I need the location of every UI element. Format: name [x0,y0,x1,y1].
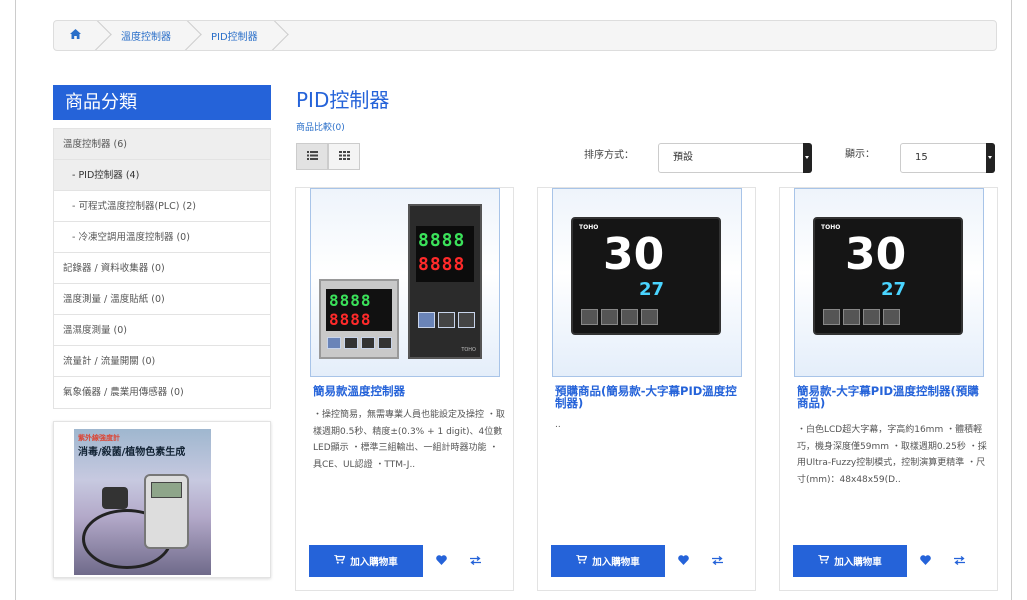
product-description: ・白色LCD超大字幕，字高約16mm ・體積輕巧，機身深度僅59mm ・取樣週期… [797,425,987,485]
banner-image: 紫外線強度計 消毒/殺菌/植物色素生成 [74,429,211,575]
grid-view-icon [338,150,350,163]
product-image[interactable]: TOHO 30 27 [552,188,742,377]
controller-lcd: TOHO 30 27 [813,217,963,335]
chevron-down-icon [803,143,812,173]
banner-device [144,474,189,549]
category-title: 商品分類 [53,85,271,120]
home-icon [70,29,81,42]
category-item[interactable]: 氣象儀器 / 農業用傳感器 (0) [54,377,270,408]
compare-icon [469,554,481,568]
cart-icon [334,554,346,567]
sort-select-value: 預設 [673,152,693,163]
category-item[interactable]: - 可程式溫度控制器(PLC) (2) [54,191,270,222]
breadcrumb-item[interactable]: PID控制器 [189,21,276,50]
show-select[interactable]: 15 [900,143,995,173]
add-to-cart-button[interactable]: 加入購物車 [793,545,907,577]
show-label: 顯示： [845,149,875,160]
product-description: ・操控簡易，無需專業人員也能設定及操控 ・取樣週期0.5秒、精度±(0.3% +… [313,410,505,470]
product-description: .. [555,420,561,430]
banner-sensor [102,487,128,509]
compare-button[interactable] [701,545,733,577]
breadcrumb: 溫度控制器 PID控制器 [53,20,997,51]
cart-icon [576,554,588,567]
product-card: TOHO 30 27 預購商品(簡易款-大字幕PID溫度控制器) .. 加入購物… [537,187,756,591]
compare-icon [711,554,723,568]
list-view-button[interactable] [296,143,328,170]
category-list: 溫度控制器 (6) - PID控制器 (4) - 可程式溫度控制器(PLC) (… [53,128,271,409]
compare-button[interactable] [943,545,975,577]
page-title: PID控制器 [296,88,390,112]
compare-link[interactable]: 商品比較(0) [296,120,345,133]
wishlist-button[interactable] [909,545,941,577]
cart-icon [818,554,830,567]
list-view-icon [306,150,318,163]
breadcrumb-item[interactable]: 溫度控制器 [99,21,189,50]
wishlist-button[interactable] [425,545,457,577]
controller-large: 8888 8888 TOHO [408,204,482,359]
product-actions: 加入購物車 [793,545,975,577]
wishlist-button[interactable] [667,545,699,577]
heart-icon [435,554,447,568]
product-actions: 加入購物車 [551,545,733,577]
show-select-value: 15 [915,152,928,163]
product-card: 8888 8888 TOHO 8888 8888 簡易款溫度控制器 ・操控簡易，… [295,187,514,591]
category-item[interactable]: - 冷凍空調用溫度控制器 (0) [54,222,270,253]
chevron-down-icon [986,143,995,173]
grid-view-button[interactable] [328,143,360,170]
product-name[interactable]: 簡易款-大字幕PID溫度控制器(預購商品) [797,385,987,409]
banner-line2: 消毒/殺菌/植物色素生成 [78,447,186,458]
product-image[interactable]: TOHO 30 27 [794,188,984,377]
product-name[interactable]: 預購商品(簡易款-大字幕PID溫度控制器) [555,385,745,409]
category-item[interactable]: 記錄器 / 資料收集器 (0) [54,253,270,284]
product-image[interactable]: 8888 8888 TOHO 8888 8888 [310,188,500,377]
controller-lcd: TOHO 30 27 [571,217,721,335]
add-to-cart-button[interactable]: 加入購物車 [551,545,665,577]
category-item[interactable]: 溫度測量 / 溫度貼紙 (0) [54,284,270,315]
category-item[interactable]: 溫濕度測量 (0) [54,315,270,346]
heart-icon [677,554,689,568]
breadcrumb-home[interactable] [54,21,99,50]
sort-label: 排序方式： [584,150,634,161]
banner-line1: 紫外線強度計 [78,434,120,442]
category-item[interactable]: 溫度控制器 (6) [54,129,270,160]
view-toggle [296,143,360,170]
category-item-active[interactable]: - PID控制器 (4) [54,160,270,191]
category-item[interactable]: 流量計 / 流量開關 (0) [54,346,270,377]
heart-icon [919,554,931,568]
compare-button[interactable] [459,545,491,577]
product-actions: 加入購物車 [309,545,491,577]
product-name[interactable]: 簡易款溫度控制器 [313,385,503,397]
compare-icon [953,554,965,568]
product-card: TOHO 30 27 簡易款-大字幕PID溫度控制器(預購商品) ・白色LCD超… [779,187,998,591]
sort-select[interactable]: 預設 [658,143,812,173]
add-to-cart-button[interactable]: 加入購物車 [309,545,423,577]
banner-device-screen [151,482,182,498]
controller-small: 8888 8888 [319,279,399,359]
promo-banner[interactable]: 紫外線強度計 消毒/殺菌/植物色素生成 [53,421,271,578]
